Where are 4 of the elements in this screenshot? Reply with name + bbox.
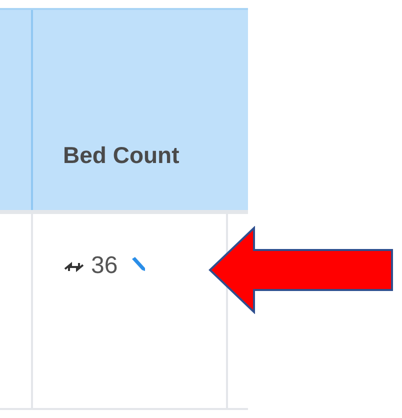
pencil-icon[interactable] bbox=[130, 256, 146, 272]
bed-count-value: 36 bbox=[91, 254, 118, 278]
swap-icon bbox=[63, 260, 85, 274]
column-header[interactable]: Bed Count bbox=[63, 138, 180, 172]
